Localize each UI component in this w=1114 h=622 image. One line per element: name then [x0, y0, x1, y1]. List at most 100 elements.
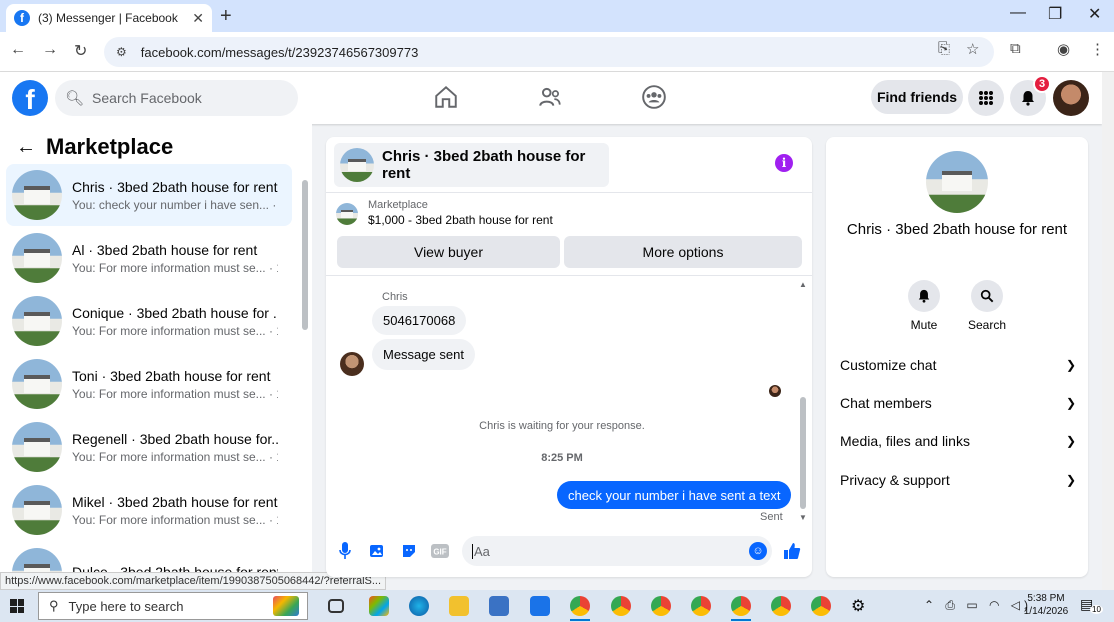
list-scrollbar[interactable] [302, 180, 308, 330]
conversation-item[interactable]: Toni · 3bed 2bath house for rent You: Fo… [6, 353, 292, 415]
running-indicator [731, 619, 751, 621]
scroll-down-arrow-icon[interactable]: ▼ [799, 513, 807, 522]
url-field[interactable]: ⚙ facebook.com/messages/t/23923746567309… [104, 37, 994, 67]
minimize-icon[interactable]: — [1010, 4, 1026, 22]
settings-gear-icon[interactable]: ⚙ [851, 596, 865, 616]
taskbar-search-field[interactable]: ⚲ Type here to search [38, 592, 308, 620]
scroll-up-arrow-icon[interactable]: ▲ [799, 280, 807, 289]
conversation-item[interactable]: Chris · 3bed 2bath house for rent You: c… [6, 164, 292, 226]
incoming-message[interactable]: 5046170068 [372, 306, 467, 335]
search-conversation-button[interactable]: Search [957, 280, 1017, 332]
media-files-links-section[interactable]: Media, files and links ❯ [840, 428, 1076, 454]
message-input[interactable]: Aa [462, 536, 772, 566]
groups-icon[interactable] [641, 84, 667, 110]
file-explorer-icon[interactable] [449, 596, 469, 616]
sticker-icon[interactable] [399, 541, 419, 561]
browser-tab[interactable]: f (3) Messenger | Facebook ✕ [6, 4, 212, 32]
more-options-button[interactable]: More options [564, 236, 802, 268]
facebook-favicon-icon: f [14, 10, 30, 26]
chrome-icon[interactable] [691, 596, 711, 616]
conversation-name: Conique · 3bed 2bath house for ... [72, 304, 278, 321]
profile-icon[interactable]: ◉ [1057, 40, 1070, 58]
page-scrollbar[interactable] [1102, 72, 1114, 590]
forward-icon[interactable]: → [42, 41, 58, 59]
gif-icon[interactable]: GIF [430, 541, 450, 561]
side-panel-icon[interactable]: ⧉ [1010, 40, 1021, 57]
chrome-icon[interactable] [771, 596, 791, 616]
edge-icon[interactable] [409, 596, 429, 616]
tab-close-icon[interactable]: ✕ [192, 10, 204, 27]
photo-icon[interactable] [367, 541, 387, 561]
mute-button[interactable]: Mute [894, 280, 954, 332]
install-app-icon[interactable]: ⎘ [938, 40, 950, 57]
house-thumbnail [340, 148, 374, 182]
task-view-icon[interactable] [328, 599, 344, 613]
friends-icon[interactable] [537, 84, 563, 110]
incoming-message[interactable]: Message sent [372, 339, 475, 370]
house-thumbnail [12, 296, 62, 346]
reload-icon[interactable]: ↻ [74, 41, 87, 61]
house-thumbnail [12, 170, 62, 220]
customize-chat-section[interactable]: Customize chat ❯ [840, 352, 1076, 378]
details-title: Chris · 3bed 2bath house for rent [846, 221, 1068, 238]
house-thumbnail [12, 422, 62, 472]
divider [326, 275, 812, 276]
outlook-icon[interactable] [530, 596, 550, 616]
conversation-item[interactable]: Al · 3bed 2bath house for rent You: For … [6, 227, 292, 289]
chrome-icon[interactable] [811, 596, 831, 616]
messages-scrollbar[interactable] [800, 397, 806, 509]
bookmark-star-icon[interactable]: ☆ [966, 40, 979, 58]
emoji-icon[interactable]: ☺ [749, 542, 767, 560]
facebook-logo-icon[interactable]: f [12, 80, 48, 116]
new-tab-icon[interactable]: + [220, 5, 232, 28]
info-icon[interactable]: i [775, 154, 793, 172]
listing-summary[interactable]: Marketplace $1,000 - 3bed 2bath house fo… [336, 199, 553, 227]
chrome-icon[interactable] [570, 596, 590, 616]
site-settings-icon[interactable]: ⚙ [116, 45, 127, 59]
chat-members-section[interactable]: Chat members ❯ [840, 390, 1076, 416]
back-arrow-icon[interactable]: ← [16, 136, 36, 159]
restore-icon[interactable]: ❐ [1048, 4, 1062, 24]
outgoing-message[interactable]: check your number i have sent a text [557, 481, 792, 509]
browser-tab-strip: f (3) Messenger | Facebook ✕ + — ❐ ✕ [0, 0, 1114, 32]
chrome-icon[interactable] [731, 596, 751, 616]
conversation-item[interactable]: Regenell · 3bed 2bath house for... You: … [6, 416, 292, 478]
sender-avatar[interactable] [340, 352, 364, 376]
house-thumbnail [926, 151, 988, 213]
listing-title: $1,000 - 3bed 2bath house for rent [368, 213, 553, 227]
divider [326, 192, 812, 193]
conversation-name: Chris · 3bed 2bath house for rent [72, 178, 278, 195]
chat-title: Chris · 3bed 2bath house for rent [382, 148, 586, 182]
close-window-icon[interactable]: ✕ [1088, 4, 1101, 24]
account-avatar[interactable] [1053, 80, 1089, 116]
message-composer: GIF Aa ☺ [326, 533, 812, 577]
store-icon[interactable] [489, 596, 509, 616]
facebook-header: f 🔍︎ Search Facebook Find friends 3 [0, 72, 1102, 124]
menu-grid-icon[interactable] [968, 80, 1004, 116]
taskbar-clock[interactable]: 5:38 PM 1/14/2026 [1022, 592, 1070, 618]
section-label: Customize chat [840, 357, 937, 373]
sender-name: Chris [382, 291, 408, 303]
find-friends-button[interactable]: Find friends [871, 80, 963, 114]
windows-start-icon[interactable] [10, 599, 24, 613]
text-caret [472, 543, 473, 559]
chrome-icon[interactable] [611, 596, 631, 616]
home-icon[interactable] [433, 84, 459, 110]
mute-label: Mute [910, 318, 938, 332]
thumbs-up-icon[interactable] [782, 541, 802, 561]
notification-count: 10 [1090, 605, 1103, 614]
copilot-icon[interactable] [369, 596, 389, 616]
search-facebook-field[interactable]: 🔍︎ Search Facebook [55, 80, 298, 116]
back-icon[interactable]: ← [10, 41, 26, 59]
conversation-item[interactable]: Mikel · 3bed 2bath house for rent You: F… [6, 479, 292, 541]
chat-header[interactable]: Chris · 3bed 2bath house for rent [334, 143, 609, 187]
chat-panel: Chris · 3bed 2bath house for rent i Mark… [326, 137, 812, 577]
browser-menu-icon[interactable]: ⋮ [1090, 40, 1105, 58]
conversation-item[interactable]: Conique · 3bed 2bath house for ... You: … [6, 290, 292, 352]
view-buyer-button[interactable]: View buyer [337, 236, 560, 268]
privacy-support-section[interactable]: Privacy & support ❯ [840, 467, 1076, 493]
chevron-down-icon: ❯ [1065, 434, 1076, 448]
chrome-icon[interactable] [651, 596, 671, 616]
microphone-icon[interactable] [335, 541, 355, 561]
system-tray-icons[interactable]: ⌃ ⎙ ▭ ◠ ◁) [924, 598, 1032, 613]
